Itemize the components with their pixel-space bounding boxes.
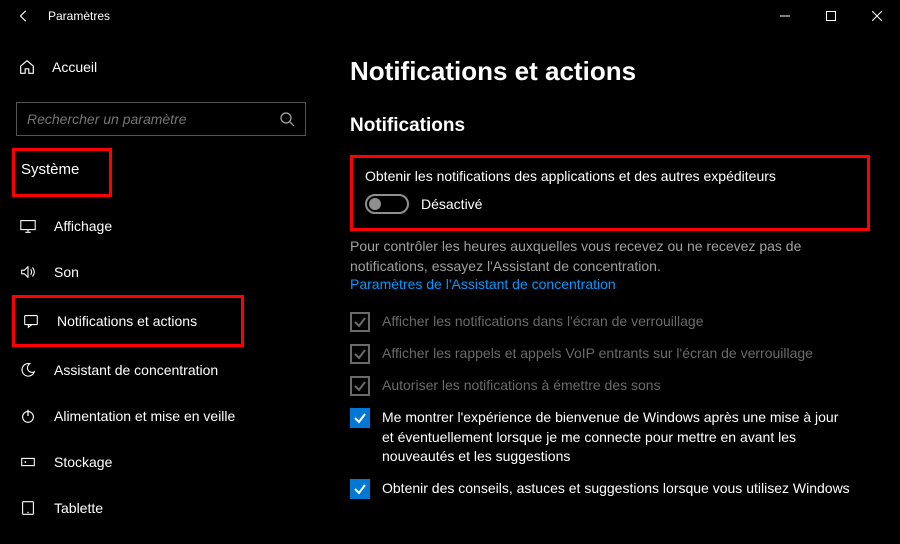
highlight-main-toggle: Obtenir les notifications des applicatio… — [350, 155, 870, 231]
moon-icon — [18, 361, 38, 379]
close-button[interactable] — [854, 0, 900, 32]
sidebar-item-notifications[interactable]: Notifications et actions — [15, 298, 241, 344]
sidebar-item-label: Tablette — [54, 500, 103, 516]
minimize-button[interactable] — [762, 0, 808, 32]
toggle-knob — [369, 198, 381, 210]
sidebar-category[interactable]: Système — [15, 151, 85, 188]
maximize-button[interactable] — [808, 0, 854, 32]
sidebar-item-stockage[interactable]: Stockage — [12, 439, 310, 485]
titlebar: Paramètres — [0, 0, 900, 32]
toggle-state-label: Désactivé — [421, 196, 482, 212]
option-label: Autoriser les notifications à émettre de… — [382, 376, 850, 396]
sidebar-item-label: Alimentation et mise en veille — [54, 408, 235, 424]
option-voip-reminders: Afficher les rappels et appels VoIP entr… — [350, 344, 850, 364]
checkbox-checked[interactable] — [350, 479, 370, 499]
sidebar-item-label: Affichage — [54, 218, 112, 234]
sidebar-item-affichage[interactable]: Affichage — [12, 203, 310, 249]
highlight-nav-item: Notifications et actions — [12, 295, 244, 347]
option-label: Obtenir des conseils, astuces et suggest… — [382, 479, 850, 499]
checkbox-disabled — [350, 312, 370, 332]
sidebar-home-label: Accueil — [52, 59, 97, 75]
section-title: Notifications — [350, 115, 870, 137]
sidebar-item-label: Son — [54, 264, 79, 280]
checkbox-checked[interactable] — [350, 408, 370, 428]
search-box[interactable] — [16, 102, 306, 136]
main-toggle-label: Obtenir les notifications des applicatio… — [365, 168, 855, 184]
checkbox-disabled — [350, 344, 370, 364]
option-welcome-experience[interactable]: Me montrer l'expérience de bienvenue de … — [350, 408, 850, 467]
focus-assist-link[interactable]: Paramètres de l'Assistant de concentrati… — [350, 276, 870, 292]
sidebar-item-tablette[interactable]: Tablette — [12, 485, 310, 531]
highlight-category: Système — [12, 148, 112, 197]
sidebar-item-label: Stockage — [54, 454, 112, 470]
notification-icon — [21, 312, 41, 330]
display-icon — [18, 217, 38, 235]
sidebar-item-assistant[interactable]: Assistant de concentration — [12, 347, 310, 393]
content-pane: Notifications et actions Notifications O… — [320, 32, 900, 544]
search-input[interactable] — [27, 111, 279, 127]
sidebar-item-son[interactable]: Son — [12, 249, 310, 295]
checkbox-disabled — [350, 376, 370, 396]
sidebar-item-label: Assistant de concentration — [54, 362, 218, 378]
option-lockscreen-notifications: Afficher les notifications dans l'écran … — [350, 312, 850, 332]
power-icon — [18, 407, 38, 425]
sound-icon — [18, 263, 38, 281]
storage-icon — [18, 453, 38, 471]
home-icon — [18, 58, 36, 76]
page-title: Notifications et actions — [350, 56, 870, 87]
search-icon — [279, 111, 295, 127]
option-label: Afficher les notifications dans l'écran … — [382, 312, 850, 332]
sidebar: Accueil Système Affichage Son — [0, 32, 320, 544]
tablet-icon — [18, 499, 38, 517]
option-label: Me montrer l'expérience de bienvenue de … — [382, 408, 850, 467]
notifications-toggle[interactable] — [365, 194, 409, 214]
sidebar-home[interactable]: Accueil — [12, 50, 310, 84]
window-title: Paramètres — [48, 9, 762, 23]
description-text: Pour contrôler les heures auxquelles vou… — [350, 237, 870, 276]
back-button[interactable] — [8, 0, 40, 32]
option-tips-suggestions[interactable]: Obtenir des conseils, astuces et suggest… — [350, 479, 850, 499]
option-label: Afficher les rappels et appels VoIP entr… — [382, 344, 850, 364]
sidebar-item-alimentation[interactable]: Alimentation et mise en veille — [12, 393, 310, 439]
sidebar-item-label: Notifications et actions — [57, 313, 197, 329]
option-sounds: Autoriser les notifications à émettre de… — [350, 376, 850, 396]
